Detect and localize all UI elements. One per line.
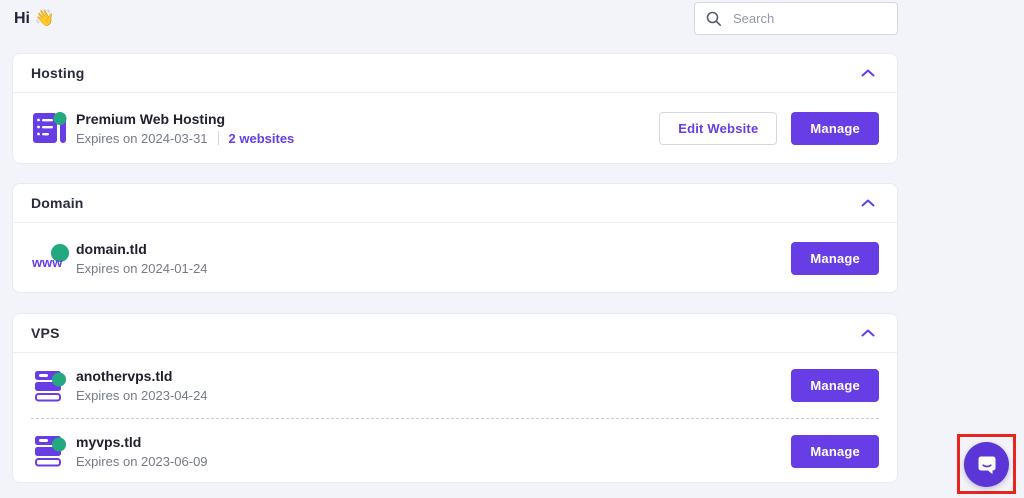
page-greeting: Hi 👋 — [14, 8, 54, 28]
vps-item-text: myvps.tld Expires on 2023-06-09 — [76, 434, 208, 469]
vps-meta: Expires on 2023-06-09 — [76, 454, 208, 469]
domain-www-icon: www — [31, 242, 71, 274]
domain-collapse-button[interactable] — [857, 195, 879, 211]
hosting-plan-meta: Expires on 2024-03-31 2 websites — [76, 131, 294, 146]
hosting-item-row: Premium Web Hosting Expires on 2024-03-3… — [13, 93, 897, 163]
chevron-up-icon — [861, 199, 875, 207]
hosting-actions: Edit Website Manage — [659, 112, 879, 145]
meta-separator — [218, 131, 219, 145]
vps-actions: Manage — [791, 369, 879, 402]
domain-meta: Expires on 2024-01-24 — [76, 261, 208, 276]
hosting-section-header: Hosting — [13, 54, 897, 93]
vps-name: myvps.tld — [76, 434, 208, 450]
section-title-domain: Domain — [31, 195, 84, 211]
domain-section-header: Domain — [13, 184, 897, 223]
domain-expiry-date: Expires on 2024-01-24 — [76, 261, 208, 276]
section-title-hosting: Hosting — [31, 65, 85, 81]
hosting-collapse-button[interactable] — [857, 65, 879, 81]
hosting-section-card: Hosting Premium Web Hosting Ex — [12, 53, 898, 164]
vps-expiry-date: Expires on 2023-04-24 — [76, 388, 208, 403]
hosting-item-text: Premium Web Hosting Expires on 2024-03-3… — [76, 111, 294, 146]
search-input[interactable] — [731, 10, 886, 27]
chat-bubble-icon — [975, 453, 999, 477]
hosting-expiry-date: Expires on 2024-03-31 — [76, 131, 208, 146]
vps-name: anothervps.tld — [76, 368, 208, 384]
domain-name: domain.tld — [76, 241, 208, 257]
edit-website-button[interactable]: Edit Website — [659, 112, 777, 145]
vps-expiry-date: Expires on 2023-06-09 — [76, 454, 208, 469]
hosting-plan-name: Premium Web Hosting — [76, 111, 294, 127]
domain-actions: Manage — [791, 242, 879, 275]
live-chat-button[interactable] — [964, 442, 1009, 487]
domain-section-card: Domain www domain.tld Expires on 2024-01… — [12, 183, 898, 293]
hosting-manage-button[interactable]: Manage — [791, 112, 879, 145]
chevron-up-icon — [861, 69, 875, 77]
domain-item-row: www domain.tld Expires on 2024-01-24 Man… — [13, 223, 897, 293]
vps-manage-button[interactable]: Manage — [791, 369, 879, 402]
vps-item-row: anothervps.tld Expires on 2023-04-24 Man… — [13, 353, 897, 418]
chevron-up-icon — [861, 329, 875, 337]
vps-item-row: myvps.tld Expires on 2023-06-09 Manage — [13, 419, 897, 483]
hpanel-dashboard: { "greeting": "Hi 👋", "search": { "place… — [0, 0, 1024, 498]
vps-section-card: VPS anothervps.tld Expires on 2023-04-24… — [12, 313, 898, 483]
search-icon — [706, 11, 722, 27]
vps-item-text: anothervps.tld Expires on 2023-04-24 — [76, 368, 208, 403]
vps-actions: Manage — [791, 435, 879, 468]
websites-count-link[interactable]: 2 websites — [229, 131, 295, 146]
vps-collapse-button[interactable] — [857, 325, 879, 341]
vps-manage-button[interactable]: Manage — [791, 435, 879, 468]
vps-server-icon — [31, 369, 71, 403]
search-box[interactable] — [694, 2, 898, 35]
domain-item-text: domain.tld Expires on 2024-01-24 — [76, 241, 208, 276]
vps-section-header: VPS — [13, 314, 897, 353]
vps-meta: Expires on 2023-04-24 — [76, 388, 208, 403]
domain-manage-button[interactable]: Manage — [791, 242, 879, 275]
svg-text:www: www — [31, 255, 63, 270]
section-title-vps: VPS — [31, 325, 60, 341]
hosting-server-icon — [31, 110, 71, 146]
vps-server-icon — [31, 434, 71, 468]
